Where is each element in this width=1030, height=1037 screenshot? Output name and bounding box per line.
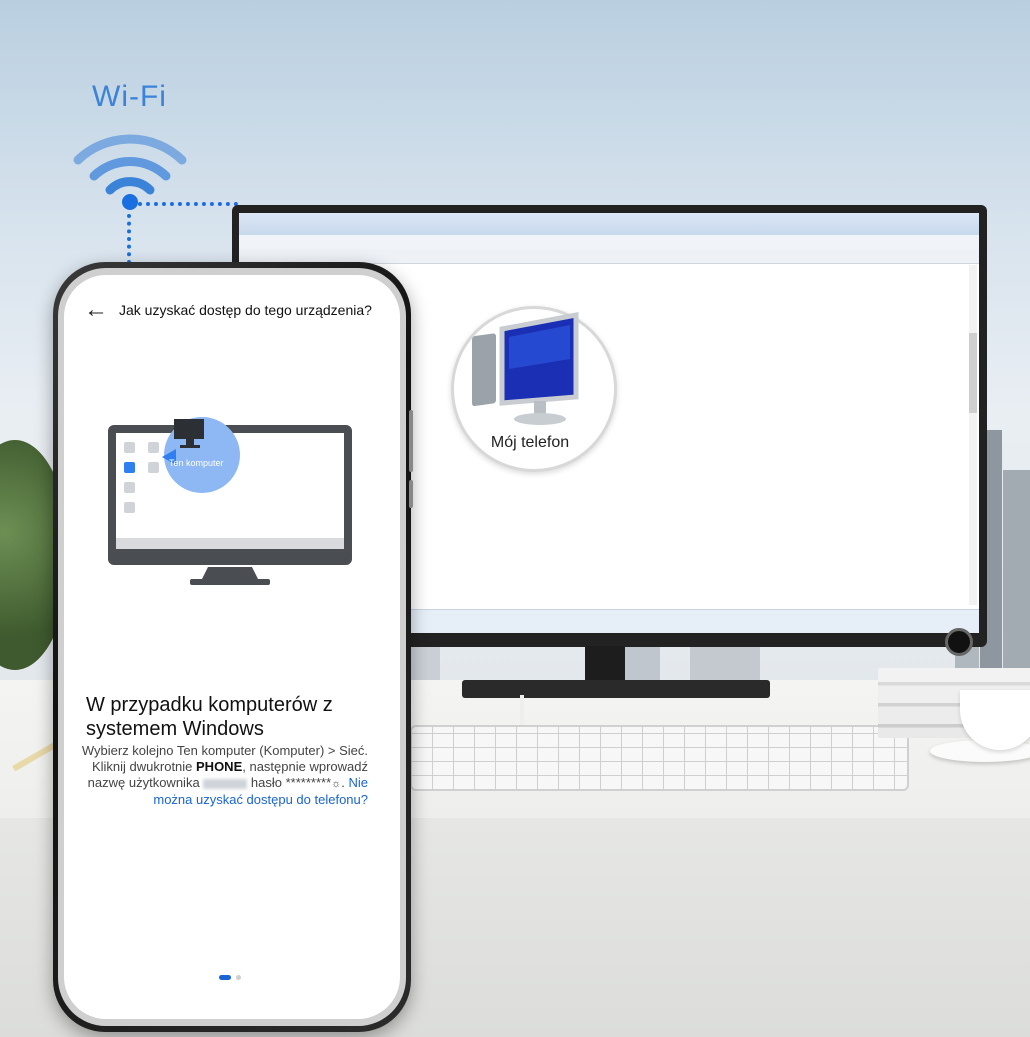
network-device-label[interactable]: Mój telefon (460, 434, 600, 452)
illustration-tooltip: Ten komputer (169, 458, 224, 468)
computer-icon (472, 311, 579, 425)
explorer-titlebar (239, 213, 979, 235)
instruction-text: Wybierz kolejno Ten komputer (Komputer) … (78, 743, 368, 808)
instruction-part-3: hasło (247, 775, 286, 790)
page-dot-active[interactable] (219, 975, 231, 980)
page-indicator (219, 967, 241, 985)
phone-screen: ← Jak uzyskać dostęp do tego urządzenia?… (64, 275, 400, 1019)
section-title: W przypadku komputerów z systemem Window… (86, 694, 333, 740)
explorer-scroll-thumb[interactable] (969, 333, 977, 413)
keyboard (410, 725, 909, 791)
wifi-connection-line (138, 202, 238, 206)
eye-hidden-icon[interactable]: ☼ (331, 778, 341, 790)
webcam (945, 628, 973, 656)
redacted-username (203, 778, 248, 789)
page-title: Jak uzyskać dostęp do tego urządzenia? (119, 302, 372, 318)
password-mask: ********* (285, 775, 332, 790)
scene: Wi-Fi Mój telefon ← Jak uzyskać dostęp d… (0, 0, 1030, 1037)
wifi-label: Wi-Fi (92, 80, 167, 113)
device-name: PHONE (196, 759, 243, 774)
explorer-menubar (239, 235, 979, 250)
power-button (409, 480, 413, 508)
computer-illustration (108, 417, 352, 585)
back-arrow-icon[interactable]: ← (84, 298, 108, 322)
page-dot[interactable] (236, 975, 241, 980)
wifi-connection-line-vertical (127, 214, 131, 264)
explorer-scrollbar[interactable] (969, 265, 977, 605)
volume-button (409, 410, 413, 472)
